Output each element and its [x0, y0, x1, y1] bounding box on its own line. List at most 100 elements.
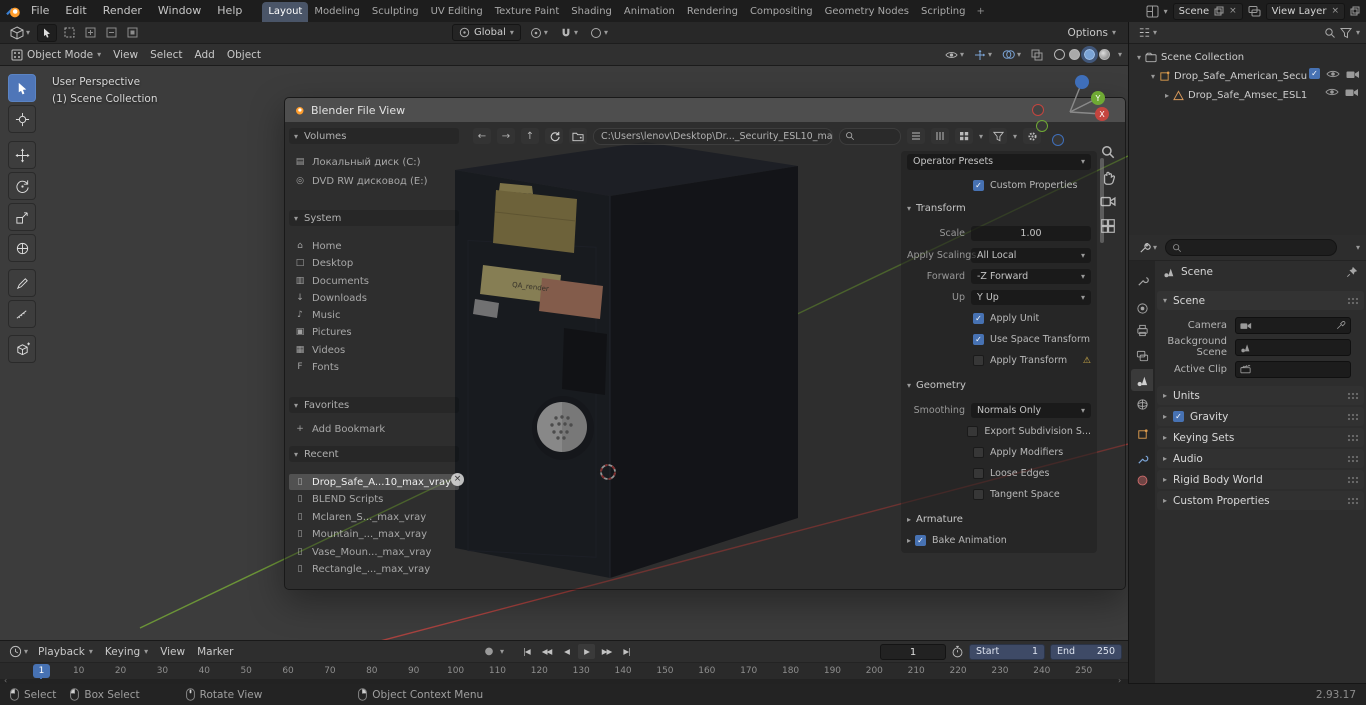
object-visibility-icon[interactable]: ▾: [942, 46, 967, 64]
tab-output[interactable]: [1131, 319, 1153, 341]
tab-scripting[interactable]: Scripting: [915, 2, 971, 22]
tab-animation[interactable]: Animation: [618, 2, 681, 22]
menu-playback[interactable]: Playback ▾: [33, 643, 98, 661]
pan-hand-icon[interactable]: [1100, 169, 1116, 185]
section-scene[interactable]: ▾ Scene: [1157, 291, 1364, 310]
menu-view[interactable]: View: [155, 643, 190, 661]
disable-render-camera-icon[interactable]: [1345, 87, 1359, 97]
background-scene-field[interactable]: [1235, 338, 1351, 356]
outliner-mesh-row[interactable]: ▸ Drop_Safe_Amsec_ESL10: [1165, 86, 1307, 104]
tab-world[interactable]: [1131, 393, 1153, 415]
forward-icon[interactable]: →: [497, 128, 515, 144]
tool-annotate[interactable]: [8, 269, 36, 297]
editor-type-selector[interactable]: ▾: [7, 24, 33, 42]
properties-search-field[interactable]: [1165, 239, 1338, 256]
recent-item[interactable]: ▯ Drop_Safe_A...10_max_vray: [289, 474, 459, 490]
file-item-pictures[interactable]: ▣ Pictures: [289, 324, 459, 340]
selectable-checkbox[interactable]: ✓: [1309, 68, 1320, 79]
tab-material[interactable]: [1131, 469, 1153, 491]
menu-file[interactable]: File: [23, 0, 57, 22]
remove-recent-icon[interactable]: ×: [451, 473, 464, 486]
tool-select-box[interactable]: [8, 74, 36, 102]
stopwatch-icon[interactable]: [951, 645, 964, 658]
refresh-icon[interactable]: [545, 128, 563, 144]
gizmo-x-neg[interactable]: [1032, 104, 1044, 116]
tab-modeling[interactable]: Modeling: [308, 2, 366, 22]
bake-animation-checkbox[interactable]: ▸ ✓ Bake Animation: [907, 532, 1091, 549]
toggle-ortho-icon[interactable]: [1100, 218, 1116, 234]
tool-transform[interactable]: [8, 234, 36, 262]
filter-icon[interactable]: [1339, 27, 1352, 39]
jump-to-end-button[interactable]: ▶|: [618, 644, 635, 659]
apply-transform-checkbox[interactable]: Apply Transform ⚠: [907, 352, 1091, 369]
pin-icon[interactable]: [1346, 266, 1358, 278]
menu-add[interactable]: Add: [190, 46, 220, 64]
play-button[interactable]: ▶: [578, 644, 596, 659]
up-icon[interactable]: ↑: [521, 128, 539, 144]
operator-presets-select[interactable]: Operator Presets ▾: [907, 153, 1091, 170]
tool-move[interactable]: [8, 141, 36, 169]
select-mode-invert-icon[interactable]: [124, 24, 141, 42]
gravity-checkbox[interactable]: ✓: [1173, 411, 1185, 422]
hide-eye-icon[interactable]: [1326, 69, 1340, 79]
chevron-down-icon[interactable]: ▾: [500, 647, 504, 656]
active-clip-field[interactable]: [1235, 360, 1351, 378]
tab-texture-paint[interactable]: Texture Paint: [489, 2, 566, 22]
apply-scalings-select[interactable]: Apply Scalings All Local ▾: [907, 247, 1091, 264]
file-item-home[interactable]: ⌂ Home: [289, 238, 459, 254]
section-audio[interactable]: ▸ Audio: [1157, 449, 1364, 468]
previous-keyframe-button[interactable]: ◀◀: [538, 644, 555, 659]
menu-view[interactable]: View: [108, 46, 143, 64]
file-item-drive-c[interactable]: ▤ Локальный диск (C:): [289, 154, 459, 170]
zoom-icon[interactable]: [1100, 144, 1116, 160]
gizmo-z-neg[interactable]: [1052, 134, 1064, 146]
hide-eye-icon[interactable]: [1325, 87, 1339, 97]
custom-properties-checkbox[interactable]: ✓ Custom Properties: [907, 177, 1091, 194]
menu-window[interactable]: Window: [150, 0, 209, 22]
recent-item[interactable]: ▯ Vase_Moun..._max_vray: [289, 544, 459, 560]
tab-render[interactable]: [1131, 297, 1153, 319]
tab-tool[interactable]: [1131, 269, 1153, 291]
up-select[interactable]: Up Y Up ▾: [907, 289, 1091, 306]
apply-modifiers-checkbox[interactable]: Apply Modifiers: [907, 444, 1091, 461]
smoothing-select[interactable]: Smoothing Normals Only ▾: [907, 402, 1091, 419]
timeline-scrollbar[interactable]: ‹ ›: [0, 676, 1128, 685]
recent-item[interactable]: ▯ Mountain_..._max_vray: [289, 526, 459, 542]
play-reverse-button[interactable]: ◀: [558, 644, 575, 659]
chevron-down-icon[interactable]: ▾: [1356, 28, 1360, 37]
chevron-down-icon[interactable]: ▾: [1164, 7, 1168, 16]
tool-measure[interactable]: [8, 300, 36, 328]
forward-select[interactable]: Forward -Z Forward ▾: [907, 268, 1091, 285]
chevron-down-icon[interactable]: ▾: [1118, 50, 1122, 59]
chevron-down-icon[interactable]: ▾: [1151, 72, 1155, 81]
file-view-window[interactable]: Blender File View ▾ Volumes ▤ Локальный ди…: [284, 97, 1126, 590]
back-icon[interactable]: ←: [473, 128, 491, 144]
file-path-field[interactable]: C:\Users\lenov\Desktop\Dr..._Security_ES…: [593, 127, 833, 145]
use-space-transform-checkbox[interactable]: ✓ Use Space Transform: [907, 331, 1091, 348]
close-icon[interactable]: ×: [1331, 6, 1339, 16]
section-gravity[interactable]: ▸ ✓ Gravity: [1157, 407, 1364, 426]
file-view-titlebar[interactable]: Blender File View: [285, 98, 1125, 122]
recent-item[interactable]: ▯ Rectangle_..._max_vray: [289, 561, 459, 577]
menu-select[interactable]: Select: [145, 46, 187, 64]
end-frame-field[interactable]: End 250: [1050, 643, 1122, 660]
recent-item[interactable]: ▯ BLEND Scripts: [289, 491, 459, 507]
next-keyframe-button[interactable]: ▶▶: [598, 644, 615, 659]
start-frame-field[interactable]: Start 1: [969, 643, 1045, 660]
scene-selector[interactable]: Scene ×: [1172, 2, 1243, 20]
scale-field[interactable]: Scale 1.00: [907, 225, 1091, 242]
camera-view-icon[interactable]: [1100, 193, 1116, 209]
section-armature[interactable]: ▸ Armature: [907, 511, 1091, 528]
select-mode-extend-icon[interactable]: [82, 24, 99, 42]
options-button[interactable]: Options ▾: [1062, 24, 1121, 42]
add-workspace-button[interactable]: +: [971, 2, 989, 22]
blender-logo-icon[interactable]: [6, 4, 21, 19]
editor-type-selector[interactable]: ▾: [6, 643, 31, 661]
outliner-object-row[interactable]: ▾ Drop_Safe_American_Security: [1151, 67, 1307, 85]
active-tool-icon[interactable]: [37, 23, 58, 42]
export-subdivision-checkbox[interactable]: Export Subdivision S...: [907, 423, 1091, 440]
display-thumbnail-icon[interactable]: [955, 128, 973, 144]
copy-icon[interactable]: [1350, 6, 1360, 16]
section-rigid-body-world[interactable]: ▸ Rigid Body World: [1157, 470, 1364, 489]
eyedropper-icon[interactable]: [1336, 320, 1346, 330]
